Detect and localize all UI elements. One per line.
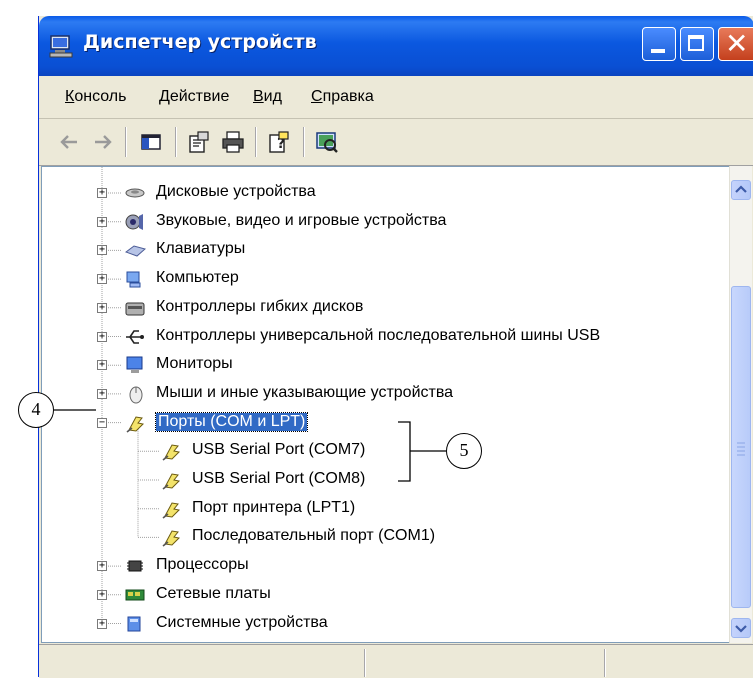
callout-5: 5 — [446, 433, 482, 469]
callout-lines — [54, 409, 446, 482]
callout-4: 4 — [18, 392, 54, 428]
